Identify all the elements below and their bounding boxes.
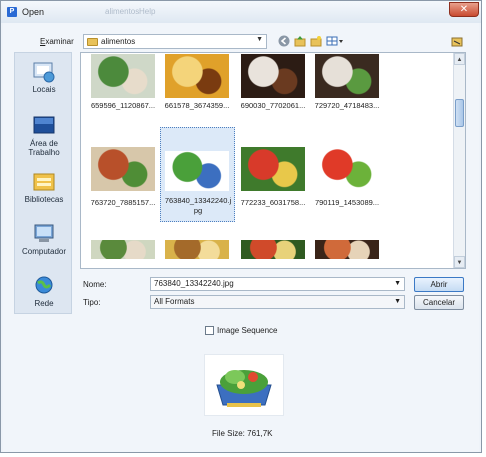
look-in-value: alimentos	[101, 37, 136, 46]
place-desktop[interactable]: Área de Trabalho	[15, 115, 73, 157]
folder-icon	[87, 38, 98, 46]
thumbnail-image	[241, 240, 305, 259]
chevron-down-icon[interactable]: ▼	[394, 278, 401, 290]
place-label: Computador	[21, 247, 67, 256]
filetype-value: All Formats	[154, 297, 195, 306]
thumbnail-image	[165, 54, 229, 98]
folder-tool-icon[interactable]	[450, 35, 464, 48]
place-label: Bibliotecas	[24, 195, 64, 204]
window-title: Open	[22, 7, 45, 17]
file-size-label: File Size:	[212, 429, 245, 438]
vertical-scrollbar[interactable]: ▲ ▼	[453, 53, 465, 268]
file-size-text: File Size: 761,7K	[212, 429, 273, 438]
thumbnail-image	[91, 240, 155, 259]
thumbnail-image	[91, 147, 155, 191]
thumbnail-caption: 772233_6031758...	[240, 198, 306, 207]
file-size-value: 761,7K	[247, 429, 273, 438]
background-window-title: alimentos	[105, 7, 140, 16]
thumbnail-image	[165, 240, 229, 259]
libraries-icon	[33, 173, 55, 191]
scroll-up-icon[interactable]: ▲	[454, 53, 465, 65]
thumbnail-image	[241, 147, 305, 191]
place-locais[interactable]: Locais	[15, 61, 73, 94]
open-button[interactable]: Abrir	[414, 277, 464, 292]
look-in-label-text: xaminar	[45, 37, 74, 46]
thumbnail-image	[165, 151, 229, 191]
look-in-label: Examinar	[40, 37, 74, 46]
views-menu-icon[interactable]	[325, 35, 345, 48]
look-in-combo[interactable]: alimentos ▼	[83, 34, 267, 49]
new-folder-icon[interactable]	[309, 35, 323, 48]
network-icon	[35, 276, 53, 294]
chevron-down-icon: ▼	[256, 36, 263, 43]
filename-input[interactable]: 763840_13342240.jpg ▼	[150, 277, 405, 291]
chevron-down-icon[interactable]: ▼	[394, 296, 401, 308]
filename-value: 763840_13342240.jpg	[154, 279, 234, 288]
place-label: Rede	[34, 299, 54, 308]
place-libraries[interactable]: Bibliotecas	[15, 171, 73, 204]
thumbnail-caption: 729720_4718483...	[314, 101, 380, 110]
up-folder-icon[interactable]	[293, 35, 307, 48]
computer-icon	[34, 224, 54, 242]
close-icon: ✕	[459, 4, 469, 15]
preview-image	[205, 355, 283, 415]
thumbnail-image	[315, 54, 379, 98]
back-icon[interactable]	[277, 35, 291, 48]
filename-label: Nome:	[83, 280, 107, 289]
thumbnail-caption: 763840_13342240.jpg	[164, 196, 232, 215]
filetype-label: Tipo:	[83, 298, 101, 307]
thumbnail-caption: 659596_1120867...	[90, 101, 156, 110]
filetype-select[interactable]: All Formats ▼	[150, 295, 405, 309]
place-label: Locais	[32, 85, 56, 94]
desktop-icon	[33, 116, 55, 134]
image-sequence-label: Image Sequence	[217, 326, 278, 335]
title-bar[interactable]: P Open alimentos Help ✕	[1, 1, 481, 23]
image-preview	[204, 354, 284, 416]
thumbnail-caption: 763720_7885157...	[90, 198, 156, 207]
recent-places-icon	[33, 62, 55, 83]
thumbnail-image	[315, 240, 379, 259]
scroll-thumb[interactable]	[455, 99, 464, 127]
thumbnail-image	[91, 54, 155, 98]
thumbnail-caption: 790119_1453089...	[314, 198, 380, 207]
close-button[interactable]: ✕	[449, 2, 479, 17]
places-bar: Locais Área de Trabalho Bibliotecas Comp…	[14, 52, 72, 314]
open-dialog: P Open alimentos Help ✕ Examinar aliment…	[0, 0, 482, 453]
cancel-button[interactable]: Cancelar	[414, 295, 464, 310]
thumbnail-caption: 661578_3674359...	[164, 101, 230, 110]
place-network[interactable]: Rede	[15, 275, 73, 308]
thumbnail-image	[315, 147, 379, 191]
thumbnail-image	[241, 54, 305, 98]
background-window-menu: Help	[139, 7, 156, 16]
place-computer[interactable]: Computador	[15, 223, 73, 256]
thumbnail-caption: 690030_7702061...	[240, 101, 306, 110]
app-icon: P	[7, 7, 17, 17]
place-label: Área de Trabalho	[28, 139, 60, 157]
image-sequence-checkbox[interactable]	[205, 326, 214, 335]
scroll-down-icon[interactable]: ▼	[454, 256, 465, 268]
